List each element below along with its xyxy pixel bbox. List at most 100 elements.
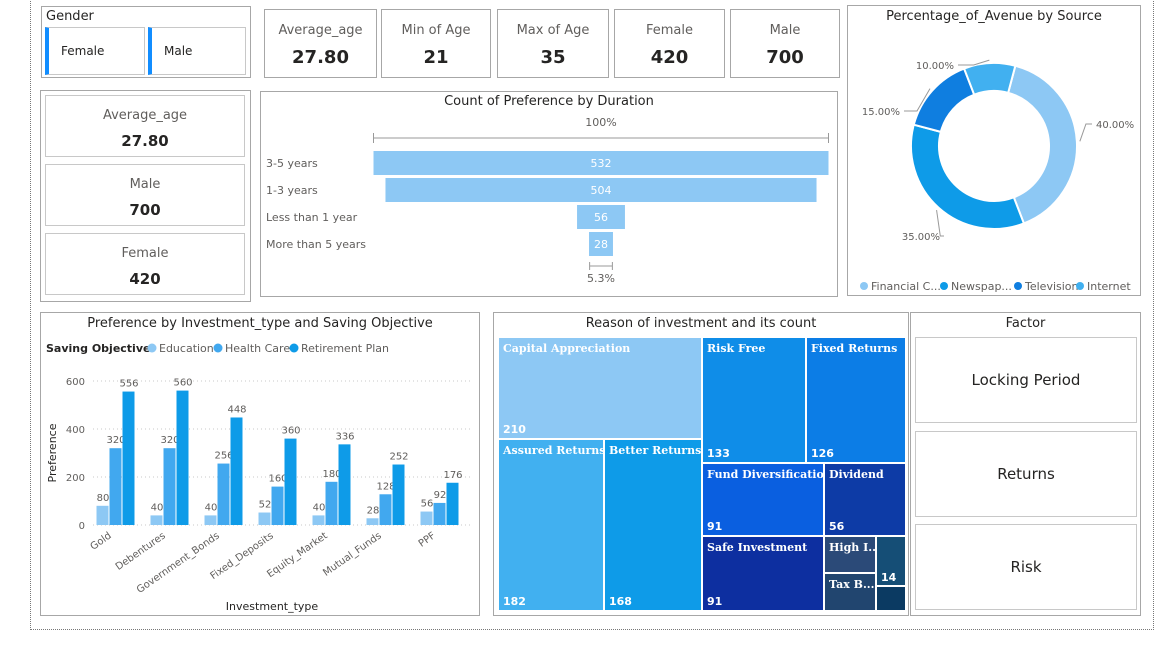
card-value: 420 — [129, 270, 161, 288]
treemap-tile-value: 56 — [829, 520, 845, 533]
bar-legend-title: Saving Objective — [46, 342, 150, 355]
funnel-bottom-pct: 5.3% — [587, 272, 615, 285]
treemap-tile-label: High I... — [829, 541, 876, 554]
funnel-chart-title: Count of Preference by Duration — [444, 94, 654, 109]
kpi-label: Female — [645, 23, 693, 38]
treemap-tile[interactable]: Capital Appreciation 210 — [498, 337, 702, 439]
kpi-card-male: Male 700 — [730, 9, 840, 78]
factor-item-locking-period[interactable]: Locking Period — [915, 337, 1137, 423]
bar-rect — [366, 518, 379, 525]
treemap-tile-label: Assured Returns — [503, 444, 604, 457]
factor-item-risk[interactable]: Risk — [915, 524, 1137, 610]
donut-leader-line — [1079, 123, 1092, 142]
bar-y-tick-label: 600 — [66, 377, 85, 388]
bar-data-label: 52 — [259, 500, 272, 511]
factor-title: Factor — [1005, 316, 1046, 331]
donut-legend-label: Television — [1024, 280, 1079, 293]
gender-option-female[interactable]: Female — [45, 27, 145, 75]
treemap-tile-value: 210 — [503, 423, 526, 436]
funnel-category-label: 3-5 years — [266, 157, 318, 170]
donut-slice — [1006, 64, 1078, 225]
bar-y-tick-label: 200 — [66, 473, 85, 484]
treemap-chart: Capital Appreciation 210 Assured Returns 18… — [498, 337, 906, 611]
kpi-card-max-age: Max of Age 35 — [497, 9, 609, 78]
bar-rect — [150, 515, 163, 525]
treemap-tile[interactable]: Assured Returns 182 — [498, 439, 604, 611]
kpi-label: Male — [769, 23, 801, 38]
bar-rect — [392, 464, 405, 525]
bar-data-label: 80 — [97, 493, 110, 504]
funnel-value-label: 28 — [594, 238, 608, 251]
treemap-tile-value: 91 — [707, 520, 723, 533]
bar-rect — [271, 486, 284, 525]
factor-panel: Factor Locking Period Returns Risk — [910, 312, 1141, 616]
bar-y-tick-label: 0 — [79, 521, 85, 532]
bar-x-tick-label: Gold — [89, 530, 114, 552]
bar-y-axis-title: Preference — [46, 423, 59, 482]
card-label: Female — [121, 246, 169, 261]
bar-data-label: 336 — [335, 431, 354, 442]
treemap-tile[interactable]: 14 — [876, 536, 906, 586]
bar-data-label: 56 — [421, 499, 434, 510]
treemap-tile[interactable]: Safe Investment 91 — [702, 536, 824, 611]
kpi-card-female: Female 420 — [614, 9, 725, 78]
bar-data-label: 176 — [443, 470, 462, 481]
bar-x-tick-label: Equity_Market — [265, 530, 330, 580]
bar-legend-label: Education — [159, 342, 214, 355]
donut-legend-label: Internet — [1087, 280, 1131, 293]
funnel-category-label: More than 5 years — [266, 238, 366, 251]
bar-chart-title: Preference by Investment_type and Saving… — [87, 316, 433, 331]
gender-option-male[interactable]: Male — [148, 27, 246, 75]
treemap-tile[interactable]: High I... — [824, 536, 876, 573]
kpi-value: 700 — [766, 47, 804, 68]
clustered-bar-chart: Saving Objective Education Health Care Reti… — [46, 342, 471, 613]
donut-legend-marker — [1014, 282, 1022, 290]
left-card-average-age: Average_age 27.80 — [45, 95, 245, 157]
treemap-tile-value: 182 — [503, 595, 526, 608]
bar-data-label: 40 — [205, 502, 218, 513]
donut-slice — [910, 123, 1026, 230]
donut-legend-marker — [860, 282, 868, 290]
bar-legend-marker — [147, 343, 157, 353]
bar-y-tick-label: 400 — [66, 425, 85, 436]
bar-rect — [230, 417, 243, 525]
treemap-tile-label: Fixed Returns — [811, 342, 898, 355]
treemap-tile-value: 133 — [707, 447, 730, 460]
gender-slicer: Gender Female Male — [41, 6, 251, 78]
card-label: Male — [129, 177, 161, 192]
treemap-tile[interactable]: Dividend 56 — [824, 463, 906, 536]
bar-rect — [163, 448, 176, 525]
donut-slice — [962, 62, 1017, 96]
treemap-tile-value: 126 — [811, 447, 834, 460]
funnel-value-label: 56 — [594, 211, 608, 224]
gender-slicer-title: Gender — [46, 9, 94, 24]
treemap-tile[interactable]: Better Returns 168 — [604, 439, 702, 611]
donut-data-label: 15.00% — [862, 107, 900, 118]
bar-rect — [379, 494, 392, 525]
kpi-label: Min of Age — [401, 23, 471, 38]
bar-rect — [338, 444, 351, 525]
treemap-tile-value: 91 — [707, 595, 723, 608]
bar-data-label: 448 — [227, 404, 246, 415]
treemap-tile[interactable]: Fixed Returns 126 — [806, 337, 906, 463]
treemap-tile[interactable]: Risk Free 133 — [702, 337, 806, 463]
factor-item-returns[interactable]: Returns — [915, 431, 1137, 517]
bar-x-tick-label: Mutual_Funds — [321, 530, 383, 578]
bar-legend-label: Health Care — [225, 342, 290, 355]
left-cards-panel: Average_age 27.80 Male 700 Female 420 — [40, 90, 251, 302]
treemap-tile-label: Safe Investment — [707, 541, 808, 554]
bar-rect — [420, 511, 433, 525]
card-label: Average_age — [102, 108, 188, 123]
donut-chart: 40.00% 35.00% 15.00% 10.00% Financial C... Ne… — [860, 59, 1134, 293]
bar-legend-marker — [289, 343, 299, 353]
bar-rect — [325, 481, 338, 525]
treemap-tile[interactable]: Fund Diversification 91 — [702, 463, 824, 536]
bar-rect — [446, 482, 459, 525]
card-value: 27.80 — [121, 132, 169, 150]
treemap-tile-label: Fund Diversification — [707, 468, 824, 481]
bar-rect — [217, 463, 230, 525]
bar-rect — [312, 515, 325, 525]
treemap-tile[interactable]: Tax B... — [824, 573, 876, 611]
bar-rect — [96, 505, 109, 525]
treemap-tile[interactable] — [876, 586, 906, 611]
